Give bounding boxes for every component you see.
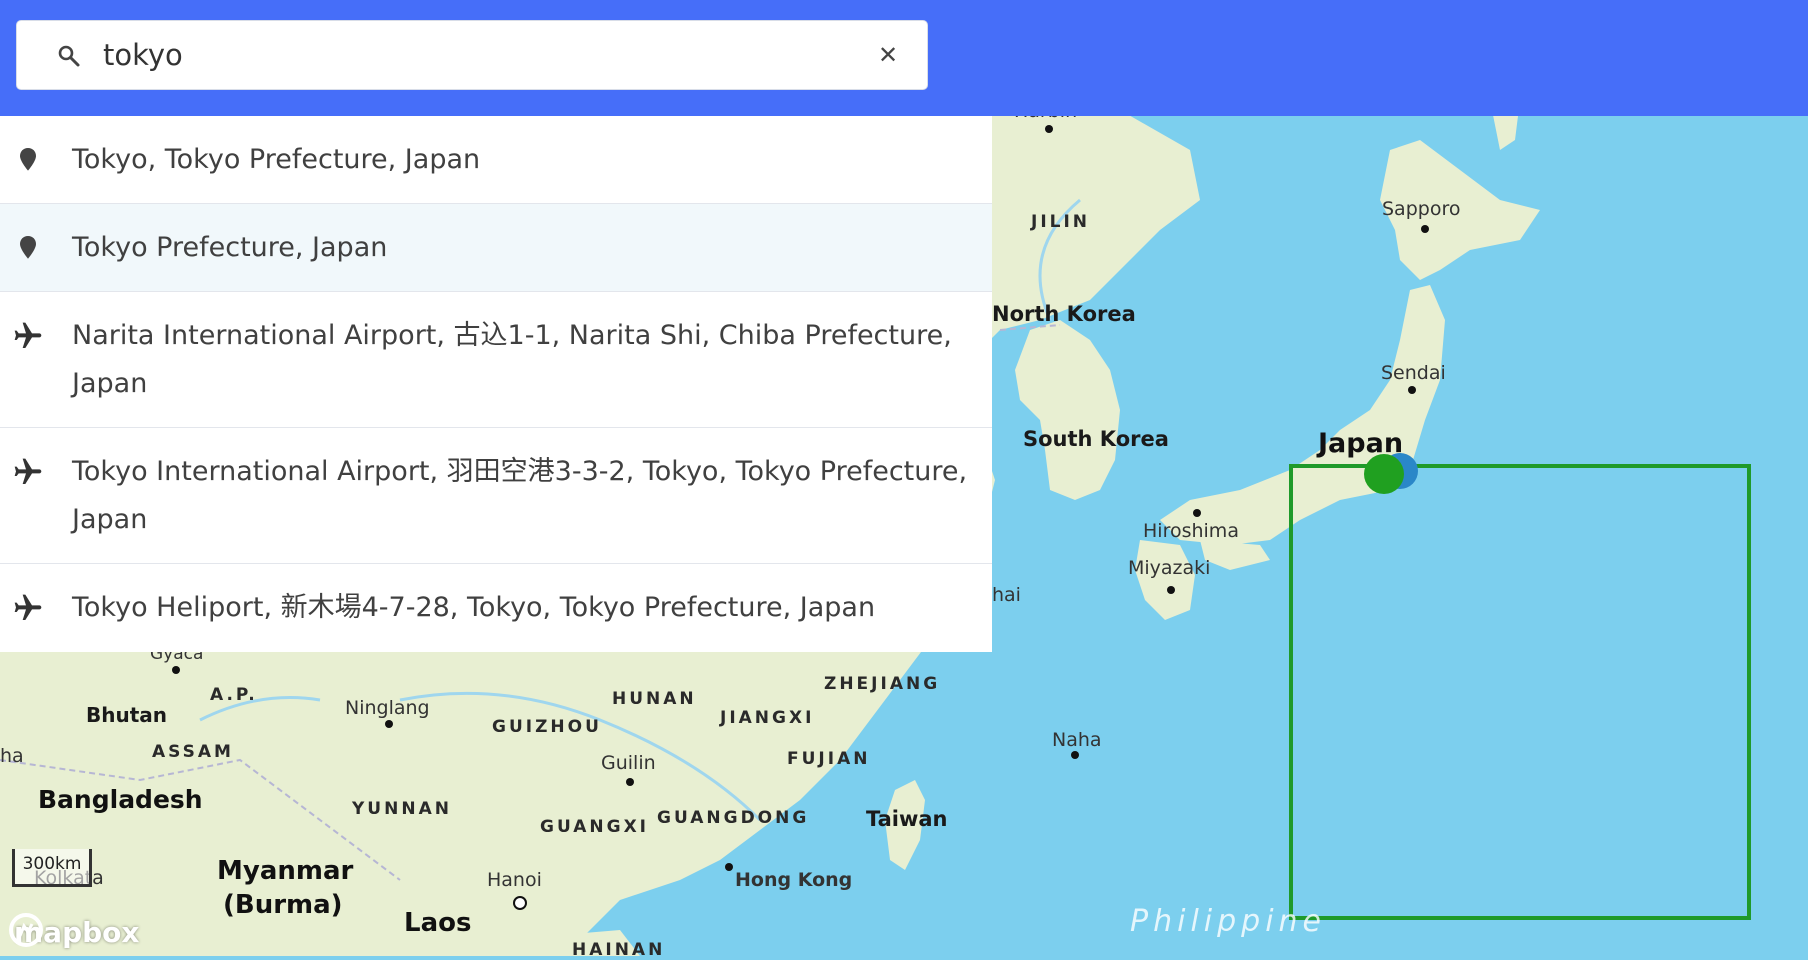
map-label-hainan: HAINAN <box>572 940 666 960</box>
map-label-japan: Japan <box>1318 428 1404 459</box>
map-label-miyazaki: Miyazaki <box>1128 557 1211 579</box>
airplane-icon <box>14 322 42 348</box>
search-icon <box>58 45 80 67</box>
airplane-icon <box>14 594 42 620</box>
map-label-taiwan: Taiwan <box>866 807 948 831</box>
result-item-narita-airport[interactable]: Narita International Airport, 古込1-1, Nar… <box>0 292 992 428</box>
city-dot <box>725 863 733 871</box>
map-label-jilin: JILIN <box>1031 212 1091 232</box>
result-label: Tokyo International Airport, 羽田空港3-3-2, … <box>72 456 968 535</box>
result-label: Narita International Airport, 古込1-1, Nar… <box>72 320 952 399</box>
city-dot <box>1045 125 1053 133</box>
map-pin-icon <box>20 236 36 259</box>
result-item-tokyo-heliport[interactable]: Tokyo Heliport, 新木場4-7-28, Tokyo, Tokyo … <box>0 564 992 652</box>
result-item-tokyo-international-airport[interactable]: Tokyo International Airport, 羽田空港3-3-2, … <box>0 428 992 564</box>
city-dot <box>626 778 634 786</box>
map-label-hanoi: Hanoi <box>487 869 542 891</box>
map-label-hunan: HUNAN <box>612 689 697 709</box>
scale-bar: 300km <box>12 849 92 887</box>
city-dot <box>1193 509 1201 517</box>
result-label: Tokyo, Tokyo Prefecture, Japan <box>72 144 481 175</box>
map-label-assam: ASSAM <box>152 742 234 762</box>
map-label-ninglang: Ninglang <box>345 697 430 719</box>
result-item-tokyo-prefecture[interactable]: Tokyo Prefecture, Japan <box>0 204 992 292</box>
map-label-fujian: FUJIAN <box>787 749 871 769</box>
map-pin-icon <box>20 148 36 171</box>
mapbox-logo[interactable]: mapbox <box>8 912 139 952</box>
result-label: Tokyo Prefecture, Japan <box>72 232 388 263</box>
map-label-zhejiang: ZHEJIANG <box>824 674 941 694</box>
map-label-guangxi: GUANGXI <box>540 817 650 837</box>
map-label-yunnan: YUNNAN <box>352 799 452 819</box>
map-label-sendai: Sendai <box>1381 362 1446 384</box>
search-input[interactable] <box>103 33 863 77</box>
map-label-hong-kong: Hong Kong <box>735 869 853 891</box>
map-label-laos: Laos <box>404 908 472 938</box>
map-label-south-korea: South Korea <box>1023 427 1169 451</box>
city-dot <box>1071 751 1079 759</box>
map-label-north-korea: North Korea <box>992 302 1136 326</box>
map-label-shanghai-fragment: hai <box>992 584 1021 606</box>
map-label-myanmar: Myanmar <box>217 856 354 886</box>
result-label: Tokyo Heliport, 新木場4-7-28, Tokyo, Tokyo … <box>72 592 876 623</box>
city-dot <box>1167 586 1175 594</box>
city-dot <box>1408 386 1416 394</box>
map-label-hiroshima: Hiroshima <box>1143 520 1239 542</box>
city-dot <box>172 666 180 674</box>
city-dot <box>1421 225 1429 233</box>
result-marker-green[interactable] <box>1364 454 1404 494</box>
airplane-icon <box>14 458 42 484</box>
map-label-sapporo: Sapporo <box>1382 198 1461 220</box>
result-item-tokyo[interactable]: Tokyo, Tokyo Prefecture, Japan <box>0 116 992 204</box>
map-label-bangladesh: Bangladesh <box>38 785 203 814</box>
map-label-naha: Naha <box>1052 729 1102 751</box>
search-results-list: Tokyo, Tokyo Prefecture, Japan Tokyo Pre… <box>0 116 992 652</box>
map-label-guilin: Guilin <box>601 752 656 774</box>
map-label-philippine-sea: Philippine <box>1130 904 1327 939</box>
capital-dot <box>513 896 527 910</box>
map-label-burma: (Burma) <box>223 890 343 920</box>
map-label-jiangxi: JIANGXI <box>720 708 815 728</box>
map-label-guangdong: GUANGDONG <box>657 808 810 828</box>
mapbox-logo-icon <box>9 913 43 947</box>
map-label-fragment-ha: ha <box>0 745 24 767</box>
map-label-ap: A.P. <box>210 685 258 705</box>
map-label-guizhou: GUIZHOU <box>492 717 602 737</box>
city-dot <box>385 720 393 728</box>
map-label-bhutan: Bhutan <box>86 703 168 727</box>
close-icon[interactable]: ✕ <box>875 42 901 68</box>
search-box[interactable]: ✕ <box>16 20 928 90</box>
